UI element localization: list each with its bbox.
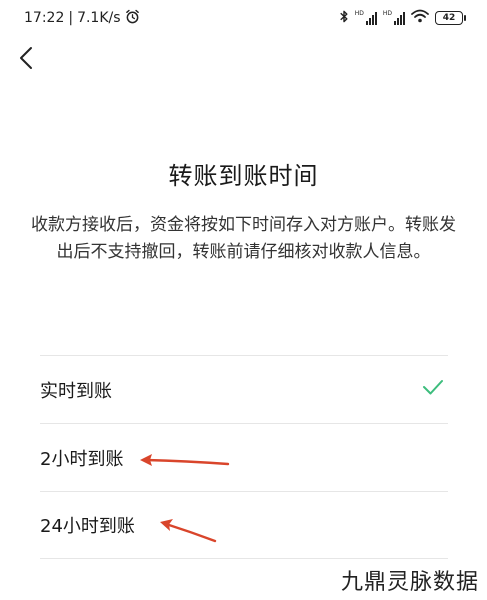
status-right: HD HD 42 — [339, 9, 466, 28]
check-icon — [422, 378, 444, 400]
watermark: 九鼎灵脉数据 — [340, 570, 479, 595]
page-title: 转账到账时间 — [168, 162, 319, 190]
status-time: 17:22 — [24, 10, 65, 26]
battery-icon: 42 — [435, 11, 466, 25]
signal-icon: HD — [383, 11, 405, 25]
status-left: 17:22 | 7.1K/s — [24, 9, 140, 28]
description-text: 收款方接收后，资金将按如下时间存入对方账户。转账发出后不支持撤回，转账前请仔细核… — [31, 215, 456, 262]
option-label: 2小时到账 — [40, 448, 124, 470]
wifi-icon — [411, 9, 429, 27]
option-24-hours[interactable]: 24小时到账 — [40, 491, 448, 559]
bluetooth-icon — [339, 9, 349, 28]
status-bar: 17:22 | 7.1K/s HD HD 42 — [0, 0, 487, 36]
option-realtime[interactable]: 实时到账 — [40, 355, 448, 423]
option-label: 实时到账 — [40, 380, 112, 402]
option-2-hours[interactable]: 2小时到账 — [40, 423, 448, 491]
alarm-icon — [125, 9, 140, 28]
option-label: 24小时到账 — [40, 516, 135, 537]
hd-label: HD — [382, 10, 392, 17]
back-button[interactable] — [12, 44, 40, 76]
annotation-arrow-icon — [160, 519, 217, 543]
hd-label: HD — [354, 10, 364, 17]
chevron-left-icon — [19, 46, 33, 74]
annotation-arrow-icon — [140, 454, 230, 466]
transfer-time-page: 17:22 | 7.1K/s HD HD 42 转账到账时间 收款方接收后，资金… — [0, 0, 487, 600]
signal-icon: HD — [355, 11, 377, 25]
option-list: 实时到账 2小时到账 24小时到账 — [40, 355, 448, 559]
status-separator: | — [68, 10, 74, 26]
network-speed: 7.1K/s — [77, 10, 121, 26]
